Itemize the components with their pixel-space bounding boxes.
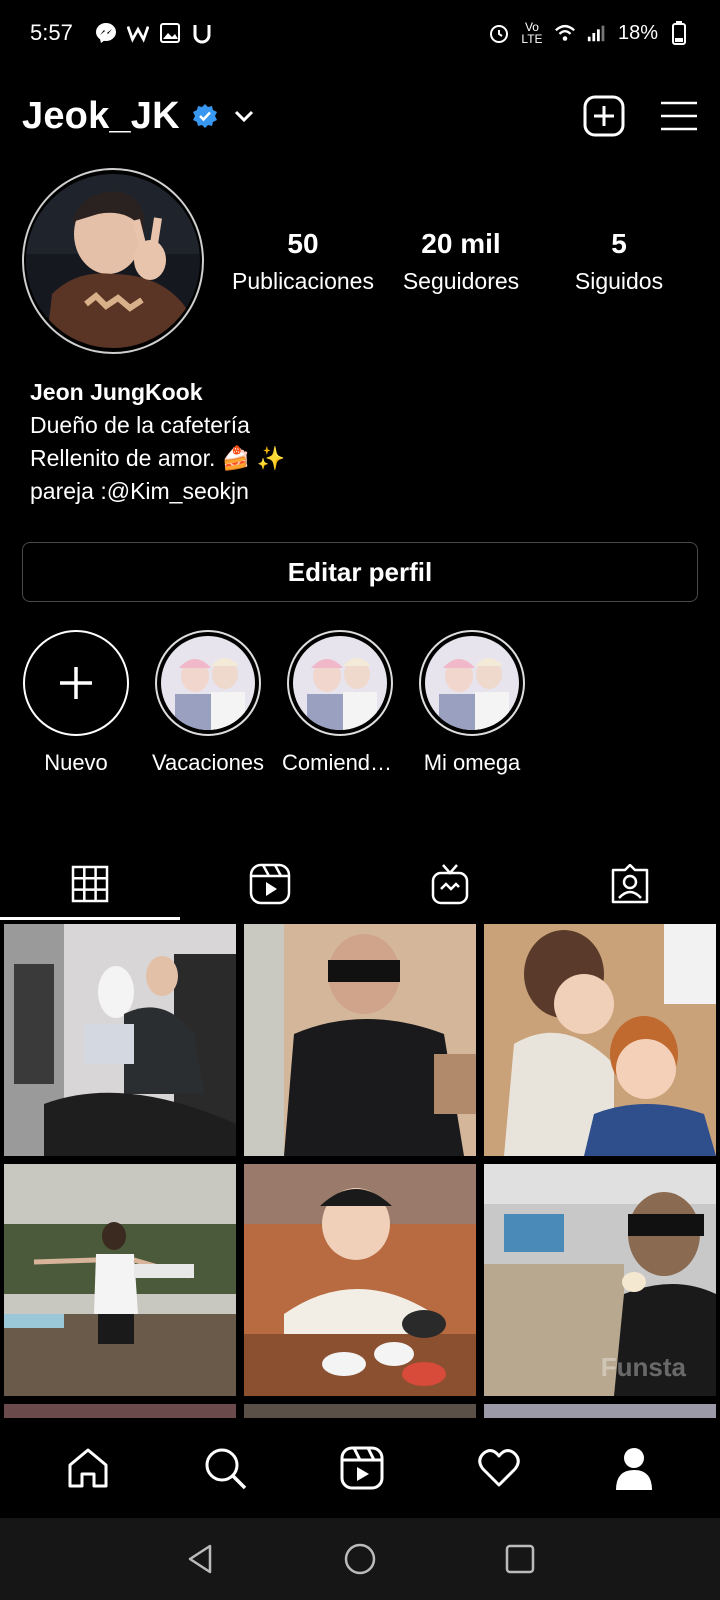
profile-summary: 50 Publicaciones 20 mil Seguidores 5 Sig… (22, 166, 698, 356)
post-grid (4, 924, 716, 1420)
stat-label: Seguidores (402, 267, 520, 294)
grid-icon (71, 865, 109, 903)
u-app-icon (191, 22, 213, 44)
highlight-ring (287, 630, 393, 736)
edit-profile-button[interactable]: Editar perfil (22, 542, 698, 602)
bio-line: Rellenito de amor. 🍰 ✨ (30, 445, 286, 471)
post-thumbnail[interactable] (4, 1164, 236, 1396)
tab-reels[interactable] (180, 848, 360, 920)
tab-grid[interactable] (0, 848, 180, 920)
profile-header: Jeok_JK (22, 86, 698, 146)
new-post-button[interactable] (582, 94, 626, 138)
menu-button[interactable] (660, 100, 698, 132)
highlight-cover (425, 636, 519, 730)
status-bar: 5:57 Vo LTE 18% (0, 0, 720, 66)
home-circle-icon (344, 1543, 376, 1575)
highlight-label: Comiendo... (282, 750, 398, 775)
nav-home[interactable] (66, 1446, 110, 1490)
home-icon (68, 1448, 108, 1488)
avatar[interactable] (22, 168, 204, 354)
highlight-cover (293, 636, 387, 730)
stats: 50 Publicaciones 20 mil Seguidores 5 Sig… (224, 228, 698, 295)
highlight-item[interactable]: Mi omega (414, 630, 530, 776)
system-navigation (0, 1518, 720, 1600)
wifi-icon (554, 22, 576, 44)
watermark: Funsta (600, 1352, 686, 1382)
heart-icon (478, 1449, 520, 1487)
reels-icon (340, 1446, 384, 1490)
tab-tagged[interactable] (540, 848, 720, 920)
profile-tabs (0, 848, 720, 920)
bottom-navigation (0, 1418, 720, 1518)
igtv-icon (431, 864, 469, 905)
tab-igtv[interactable] (360, 848, 540, 920)
story-highlights: Nuevo Vacaciones Comiendo... Mi omega (18, 630, 530, 776)
alarm-icon (488, 22, 510, 44)
stat-followers[interactable]: 20 mil Seguidores (382, 228, 540, 295)
stat-value: 20 mil (421, 227, 501, 259)
gallery-icon (159, 22, 181, 44)
system-recents-button[interactable] (504, 1543, 536, 1575)
network-label: Vo LTE (521, 20, 543, 46)
nav-reels[interactable] (340, 1446, 384, 1490)
nav-profile[interactable] (614, 1446, 654, 1490)
tagged-icon (611, 864, 649, 904)
post-thumbnail[interactable] (4, 924, 236, 1156)
username[interactable]: Jeok_JK (22, 95, 180, 138)
profile-icon (615, 1448, 652, 1490)
back-triangle-icon (188, 1544, 211, 1574)
verified-badge-icon (192, 103, 218, 129)
bio-line-mention[interactable]: pareja :@Kim_seokjn (30, 475, 285, 508)
plus-square-icon (583, 95, 625, 137)
highlight-ring (155, 630, 261, 736)
system-home-button[interactable] (343, 1542, 377, 1576)
signal-icon (586, 22, 608, 44)
post-thumbnail[interactable] (484, 924, 716, 1156)
recents-square-icon (506, 1544, 535, 1574)
stat-following[interactable]: 5 Siguidos (540, 228, 698, 295)
nav-search[interactable] (203, 1446, 247, 1490)
highlight-ring (419, 630, 525, 736)
new-highlight-circle (23, 630, 129, 736)
highlight-label: Mi omega (423, 750, 521, 775)
avatar-image (26, 174, 200, 348)
stat-label: Siguidos (574, 267, 664, 294)
bio: Jeon JungKook Dueño de la cafetería Rell… (30, 376, 285, 508)
reels-icon (249, 863, 291, 905)
w-app-icon (126, 22, 149, 44)
stat-value: 50 (287, 227, 319, 259)
display-name: Jeon JungKook (30, 379, 203, 405)
highlight-cover (161, 636, 255, 730)
battery-icon (668, 21, 690, 45)
highlight-label: Vacaciones (151, 750, 265, 775)
highlight-item[interactable]: Comiendo... (282, 630, 398, 776)
post-thumbnail[interactable] (244, 1164, 476, 1396)
plus-icon (60, 667, 92, 699)
hamburger-icon (661, 101, 697, 131)
chevron-down-icon[interactable] (232, 104, 256, 128)
post-thumbnail[interactable] (244, 924, 476, 1156)
stat-value: 5 (611, 227, 627, 259)
bio-line: Dueño de la cafetería (30, 412, 250, 438)
highlight-new[interactable]: Nuevo (18, 630, 134, 776)
highlight-label: Nuevo (44, 750, 108, 775)
status-time: 5:57 (30, 20, 73, 45)
messenger-icon (95, 22, 117, 44)
stat-label: Publicaciones (232, 267, 374, 294)
stat-posts[interactable]: 50 Publicaciones (224, 228, 382, 295)
search-icon (205, 1448, 247, 1490)
battery-percent: 18% (617, 21, 658, 44)
highlight-item[interactable]: Vacaciones (150, 630, 266, 776)
nav-activity[interactable] (477, 1448, 521, 1488)
system-back-button[interactable] (184, 1543, 216, 1575)
